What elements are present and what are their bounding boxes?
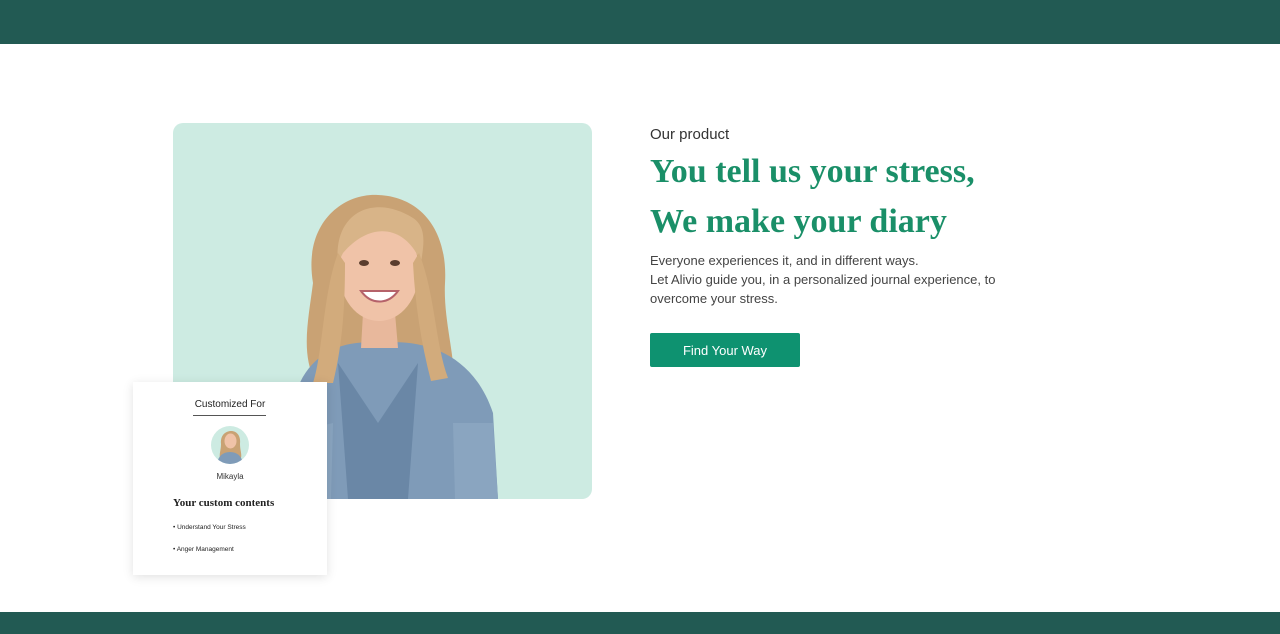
card-title: Customized For xyxy=(194,399,266,410)
section-eyebrow: Our product xyxy=(650,126,730,143)
description-line-2: Let Alivio guide you, in a personalized … xyxy=(650,272,996,287)
description-line-3: overcome your stress. xyxy=(650,291,778,306)
headline-line-1: You tell us your stress, xyxy=(650,153,975,190)
find-your-way-button[interactable]: Find Your Way xyxy=(650,333,800,367)
description-line-1: Everyone experiences it, and in differen… xyxy=(650,253,919,268)
avatar xyxy=(211,426,249,464)
card-divider xyxy=(193,415,266,416)
card-user-name: Mikayla xyxy=(216,472,244,481)
list-item: • Understand Your Stress xyxy=(173,524,246,531)
avatar-portrait-illustration xyxy=(217,431,243,464)
headline-line-2: We make your diary xyxy=(650,203,947,240)
card-heading: Your custom contents xyxy=(173,497,275,509)
header-bar xyxy=(0,0,1280,44)
footer-bar xyxy=(0,612,1280,634)
customized-for-card: Customized For Mikayla Your custom conte… xyxy=(133,382,327,575)
list-item: • Anger Management xyxy=(173,546,234,553)
